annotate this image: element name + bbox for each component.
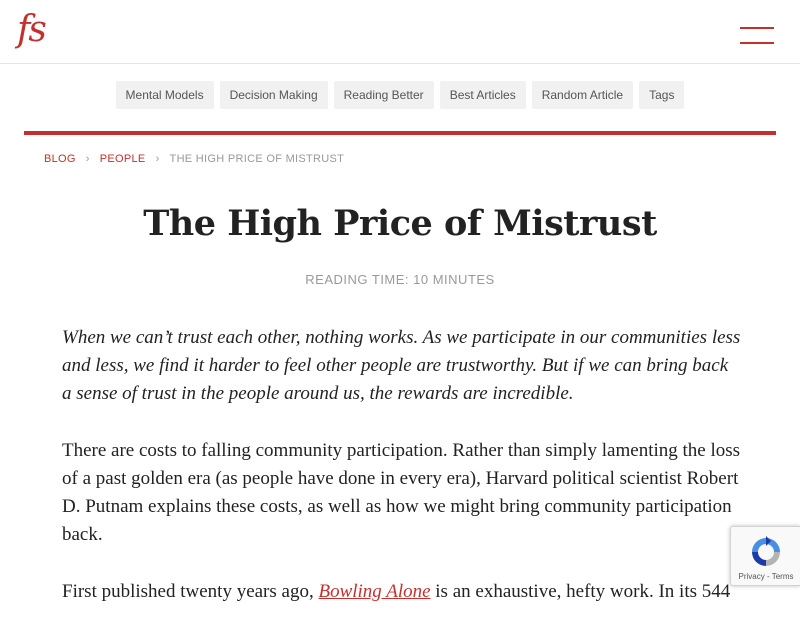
recaptcha-icon bbox=[752, 536, 780, 566]
breadcrumb-blog-link[interactable]: BLOG bbox=[44, 153, 76, 165]
accent-divider bbox=[24, 131, 776, 135]
article-intro: When we can’t trust each other, nothing … bbox=[62, 327, 741, 404]
hamburger-line-bottom bbox=[740, 42, 774, 44]
nav-item-mental-models[interactable]: Mental Models bbox=[115, 81, 214, 109]
nav-item-best-articles[interactable]: Best Articles bbox=[439, 81, 526, 109]
category-nav: Mental Models Decision Making Reading Be… bbox=[0, 81, 800, 109]
chevron-right-icon: › bbox=[85, 153, 90, 165]
breadcrumb: BLOG › PEOPLE › THE HIGH PRICE OF MISTRU… bbox=[44, 152, 344, 166]
site-header: fs bbox=[0, 0, 800, 64]
article-title: The High Price of Mistrust bbox=[143, 203, 657, 244]
paragraph-text: is an exhaustive, hefty work. In its 544 bbox=[430, 581, 731, 602]
nav-item-decision-making[interactable]: Decision Making bbox=[219, 81, 328, 109]
article-paragraph: First published twenty years ago, Bowlin… bbox=[62, 578, 742, 606]
article-paragraph: There are costs to falling community par… bbox=[62, 440, 741, 545]
paragraph-text: First published twenty years ago, bbox=[62, 581, 319, 602]
book-link-bowling-alone[interactable]: Bowling Alone bbox=[318, 581, 430, 602]
site-logo[interactable]: fs bbox=[17, 8, 47, 52]
recaptcha-badge[interactable]: Privacy - Terms bbox=[730, 526, 800, 586]
article-body: When we can’t trust each other, nothing … bbox=[62, 324, 742, 635]
nav-item-tags[interactable]: Tags bbox=[639, 81, 685, 109]
breadcrumb-people-link[interactable]: PEOPLE bbox=[100, 153, 146, 165]
chevron-right-icon: › bbox=[155, 153, 160, 165]
breadcrumb-current: THE HIGH PRICE OF MISTRUST bbox=[169, 153, 345, 165]
nav-item-reading-better[interactable]: Reading Better bbox=[333, 81, 434, 109]
recaptcha-links[interactable]: Privacy - Terms bbox=[731, 572, 800, 581]
hamburger-line-top bbox=[740, 27, 774, 29]
reading-time: READING TIME: 10 MINUTES bbox=[305, 272, 495, 287]
hamburger-menu-icon[interactable] bbox=[740, 27, 774, 45]
nav-item-random-article[interactable]: Random Article bbox=[531, 81, 634, 109]
